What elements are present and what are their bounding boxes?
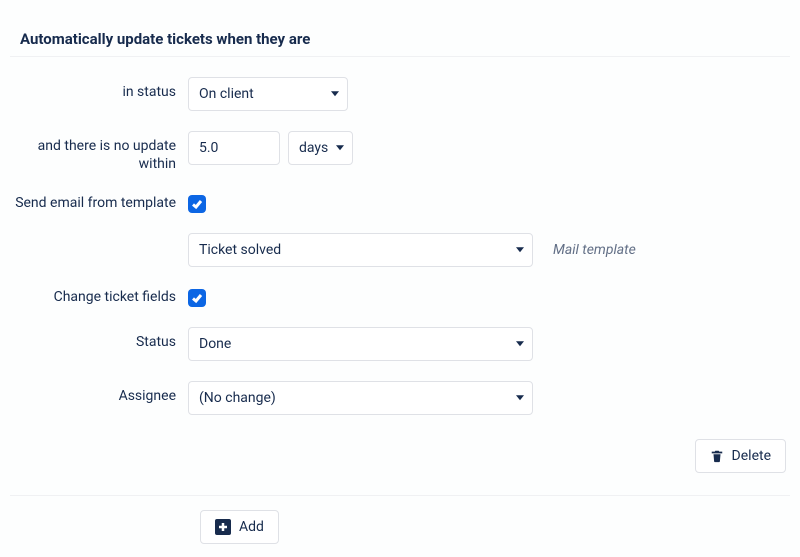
add-button[interactable]: Add: [200, 510, 279, 544]
label-send-email: Send email from template: [10, 193, 188, 213]
delete-button[interactable]: Delete: [695, 439, 786, 473]
duration-unit-select[interactable]: days: [288, 131, 353, 165]
duration-unit-value: days: [299, 140, 328, 156]
mail-template-hint: Mail template: [553, 242, 636, 258]
divider: [10, 495, 790, 496]
chevron-down-icon: [516, 247, 524, 252]
chevron-down-icon: [516, 341, 524, 346]
label-no-update: and there is no update within: [10, 131, 188, 173]
change-fields-checkbox[interactable]: [188, 289, 206, 307]
label-spacer-template: [10, 233, 188, 240]
section-title: Automatically update tickets when they a…: [10, 0, 790, 57]
mail-template-value: Ticket solved: [199, 242, 281, 258]
send-email-checkbox[interactable]: [188, 195, 206, 213]
rule-block: in status On client and there is no upda…: [10, 57, 790, 495]
check-icon: [191, 198, 203, 210]
plus-icon: [215, 519, 231, 535]
duration-value-input[interactable]: 5.0: [188, 131, 280, 165]
status-trigger-value: On client: [199, 86, 254, 102]
mail-template-select[interactable]: Ticket solved: [188, 233, 533, 267]
add-button-label: Add: [239, 519, 264, 535]
new-status-value: Done: [199, 336, 231, 352]
check-icon: [191, 292, 203, 304]
new-assignee-value: (No change): [199, 390, 276, 406]
label-change-fields: Change ticket fields: [10, 287, 188, 307]
delete-button-label: Delete: [732, 448, 771, 464]
trash-icon: [710, 449, 724, 463]
label-assignee: Assignee: [10, 381, 188, 406]
duration-value-text: 5.0: [199, 140, 218, 156]
chevron-down-icon: [516, 395, 524, 400]
new-status-select[interactable]: Done: [188, 327, 533, 361]
status-trigger-select[interactable]: On client: [188, 77, 348, 111]
chevron-down-icon: [336, 145, 344, 150]
label-status: Status: [10, 327, 188, 352]
label-in-status: in status: [10, 77, 188, 102]
chevron-down-icon: [331, 91, 339, 96]
new-assignee-select[interactable]: (No change): [188, 381, 533, 415]
